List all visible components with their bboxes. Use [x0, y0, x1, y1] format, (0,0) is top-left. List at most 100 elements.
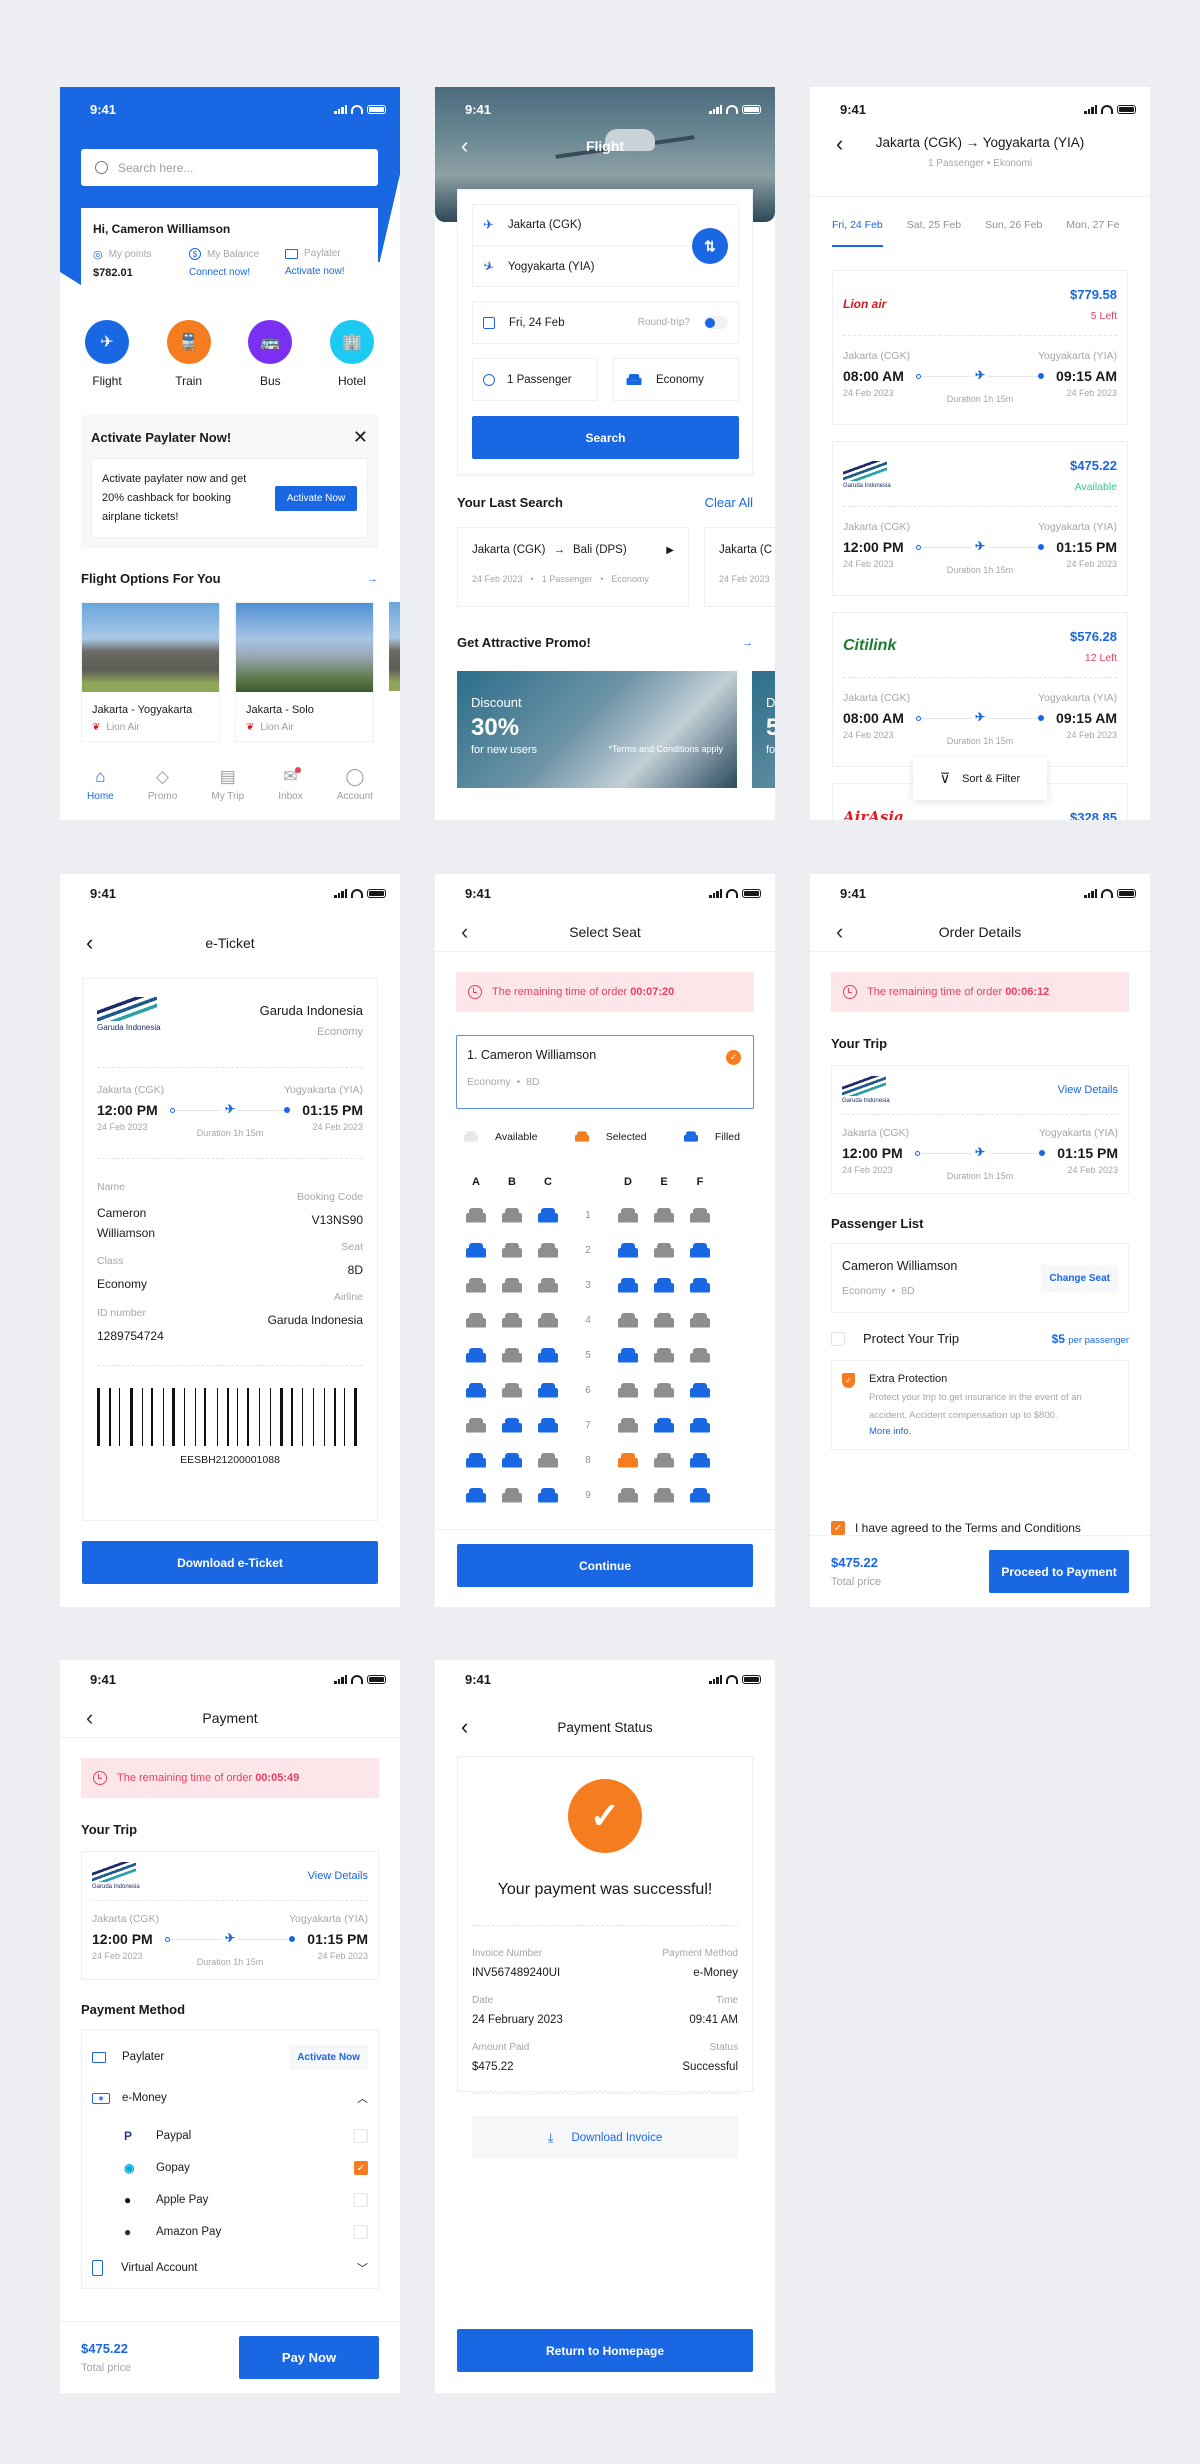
back-button[interactable]: ‹ — [836, 131, 843, 157]
available-seat[interactable] — [466, 1207, 486, 1224]
available-seat[interactable] — [502, 1277, 522, 1294]
available-seat[interactable] — [502, 1487, 522, 1504]
flight-card[interactable]: Citilink $576.28 12 Left Jakarta (CGK) Yogya… — [832, 612, 1128, 767]
payment-checkbox[interactable] — [354, 2129, 368, 2143]
date-tab[interactable]: Fri, 24 Feb — [832, 219, 883, 247]
date-tab[interactable]: Sun, 26 Feb — [985, 219, 1042, 247]
clear-all-link[interactable]: Clear All — [705, 495, 753, 510]
chevron-down-icon[interactable]: ﹀ — [357, 2260, 368, 2276]
available-seat[interactable] — [466, 1417, 486, 1434]
view-details-link[interactable]: View Details — [1058, 1084, 1118, 1096]
payment-option-paypal[interactable]: P Paypal — [92, 2120, 368, 2152]
payment-option-amazon-pay[interactable]: ● Amazon Pay — [92, 2216, 368, 2248]
available-seat[interactable] — [618, 1487, 638, 1504]
nav-account[interactable]: ◯ Account — [337, 767, 373, 802]
available-seat[interactable] — [654, 1207, 674, 1224]
back-button[interactable]: ‹ — [461, 1714, 468, 1740]
continue-button[interactable]: Continue — [457, 1544, 753, 1587]
protect-checkbox[interactable] — [831, 1331, 845, 1346]
payment-checkbox[interactable] — [354, 2193, 368, 2207]
available-seat[interactable] — [502, 1347, 522, 1364]
promo-card[interactable]: Discount 30% for new users *Terms and Condi… — [457, 671, 737, 788]
selected-seat[interactable] — [618, 1452, 638, 1469]
activate-now-button[interactable]: Activate Now — [289, 2044, 368, 2070]
proceed-to-payment-button[interactable]: Proceed to Payment — [989, 1550, 1129, 1593]
service-hotel[interactable]: 🏢 Hotel — [326, 320, 378, 388]
origin-field[interactable]: ✈ Jakarta (CGK) — [473, 205, 728, 246]
available-seat[interactable] — [654, 1312, 674, 1329]
date-tab[interactable]: Mon, 27 Fe — [1066, 219, 1119, 247]
search-input[interactable]: Search here... — [81, 149, 378, 186]
round-trip-toggle[interactable] — [704, 316, 728, 329]
pay-now-button[interactable]: Pay Now — [239, 2336, 379, 2379]
last-search-card[interactable]: Jakarta (C 24 Feb 2023 — [704, 527, 775, 607]
flight-option-card[interactable]: Jakarta - Solo ❦ Lion Air — [235, 602, 374, 742]
service-bus[interactable]: 🚌 Bus — [244, 320, 296, 388]
virtual-account-option[interactable]: Virtual Account ﹀ — [92, 2248, 368, 2288]
passenger-card[interactable]: 1. Cameron Williamson Economy • 8D ✓ — [456, 1035, 754, 1109]
download-invoice-button[interactable]: ⤓ Download Invoice — [472, 2116, 738, 2159]
available-seat[interactable] — [502, 1382, 522, 1399]
available-seat[interactable] — [538, 1452, 558, 1469]
passenger-field[interactable]: 1 Passenger — [472, 358, 598, 401]
available-seat[interactable] — [690, 1347, 710, 1364]
available-seat[interactable] — [654, 1487, 674, 1504]
activate-now-button[interactable]: Activate Now — [275, 485, 357, 511]
date-tab[interactable]: Sat, 25 Feb — [907, 219, 961, 247]
date-field[interactable]: Fri, 24 Feb Round-trip? — [472, 301, 739, 344]
chevron-up-icon[interactable]: ︿ — [357, 2090, 368, 2106]
available-seat[interactable] — [690, 1207, 710, 1224]
payment-option-apple-pay[interactable]: ● Apple Pay — [92, 2184, 368, 2216]
arrow-right-icon[interactable]: → — [367, 573, 378, 585]
flight-card[interactable]: Lion air $779.58 5 Left Jakarta (CGK) Yogyak… — [832, 270, 1128, 425]
available-seat[interactable] — [654, 1347, 674, 1364]
available-seat[interactable] — [538, 1312, 558, 1329]
payment-option-gopay[interactable]: ◉ Gopay ✓ — [92, 2152, 368, 2184]
return-home-button[interactable]: Return to Homepage — [457, 2329, 753, 2372]
back-button[interactable]: ‹ — [86, 930, 93, 956]
available-seat[interactable] — [502, 1242, 522, 1259]
close-icon[interactable]: ✕ — [353, 427, 368, 448]
back-button[interactable]: ‹ — [836, 919, 843, 945]
promo-card[interactable]: D 5 fo — [752, 671, 775, 788]
back-button[interactable]: ‹ — [461, 919, 468, 945]
payment-checkbox[interactable]: ✓ — [354, 2161, 368, 2175]
available-seat[interactable] — [654, 1242, 674, 1259]
connect-link[interactable]: Connect now! — [189, 267, 285, 278]
arrow-right-icon[interactable]: → — [742, 637, 753, 649]
available-seat[interactable] — [690, 1312, 710, 1329]
nav-promo[interactable]: ◇ Promo — [148, 767, 177, 802]
nav-home[interactable]: ⌂ Home — [87, 767, 114, 802]
back-button[interactable]: ‹ — [86, 1705, 93, 1731]
nav-my-trip[interactable]: ▤ My Trip — [211, 767, 244, 802]
available-seat[interactable] — [654, 1452, 674, 1469]
available-seat[interactable] — [466, 1312, 486, 1329]
available-seat[interactable] — [654, 1382, 674, 1399]
available-seat[interactable] — [618, 1417, 638, 1434]
last-search-card[interactable]: Jakarta (CGK) → Bali (DPS) ▶ 24 Feb 2023 • 1 P… — [457, 527, 689, 607]
service-train[interactable]: 🚆 Train — [163, 320, 215, 388]
available-seat[interactable] — [618, 1382, 638, 1399]
swap-button[interactable]: ⇅ — [692, 228, 728, 264]
class-field[interactable]: Economy — [613, 358, 739, 401]
available-seat[interactable] — [618, 1312, 638, 1329]
available-seat[interactable] — [502, 1312, 522, 1329]
activate-link[interactable]: Activate now! — [285, 266, 344, 277]
download-ticket-button[interactable]: Download e-Ticket — [82, 1541, 378, 1584]
sort-filter-button[interactable]: ⊽ Sort & Filter — [913, 757, 1047, 800]
search-button[interactable]: Search — [472, 416, 739, 459]
available-seat[interactable] — [502, 1207, 522, 1224]
available-seat[interactable] — [538, 1242, 558, 1259]
payment-checkbox[interactable] — [354, 2225, 368, 2239]
nav-inbox[interactable]: ✉ Inbox — [278, 766, 303, 802]
back-button[interactable]: ‹ — [461, 133, 468, 159]
service-flight[interactable]: ✈ Flight — [81, 320, 133, 388]
flight-card[interactable]: Garuda Indonesia $475.22 Available Jakarta … — [832, 441, 1128, 596]
agree-checkbox[interactable]: ✓ — [831, 1521, 845, 1535]
flight-option-card[interactable]: Jakarta - Yogyakarta ❦ Lion Air — [81, 602, 220, 742]
more-info-link[interactable]: More info. — [869, 1426, 1118, 1437]
view-details-link[interactable]: View Details — [308, 1870, 368, 1882]
change-seat-button[interactable]: Change Seat — [1041, 1264, 1118, 1292]
available-seat[interactable] — [618, 1207, 638, 1224]
emoney-option[interactable]: ◉ e-Money ︿ — [92, 2076, 368, 2120]
